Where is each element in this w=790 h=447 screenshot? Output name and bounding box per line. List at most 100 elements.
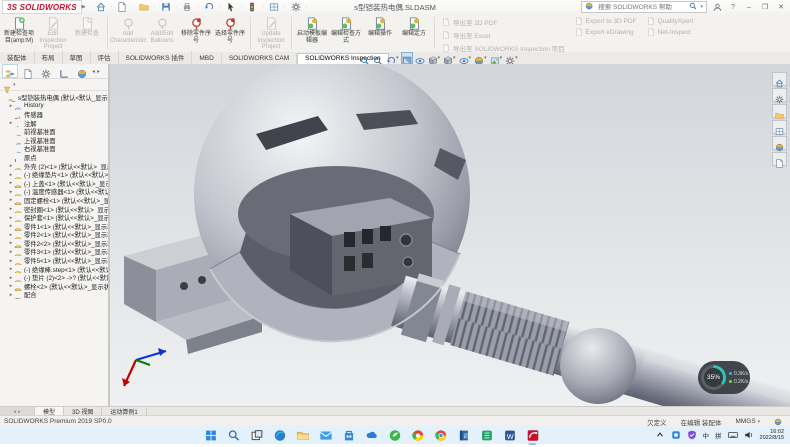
tray-chevron-icon[interactable] [655,430,665,440]
edit-appearance-button[interactable]: ▾ [474,53,487,63]
launch-template-editor-button[interactable]: 启动模板编辑器 [295,15,329,51]
annotations-folder[interactable]: ▸A注解 [2,119,108,128]
taskbar-onedrive-icon[interactable] [364,428,378,442]
component[interactable]: ▸零件3<1> (默认<<默认>_显示状态 [2,248,108,257]
front-plane[interactable]: 前视基准面 [2,127,108,136]
dropdown-caret[interactable]: ▾ [453,55,456,61]
select-balloons-button[interactable]: 选择零件序号 [213,15,247,51]
component[interactable]: ▸(-) 垫片 (2)<2> ->? (默认<<默认 [2,273,108,282]
units-selector[interactable]: MMGS ▾ [735,418,760,425]
tab-mbd[interactable]: MBD [192,54,221,64]
speaker-icon[interactable] [744,430,754,440]
logo-expand-arrow[interactable]: ▶ [82,4,86,10]
taskbar-start-icon[interactable] [203,428,217,442]
taskpane-tab-view-palette[interactable] [772,120,787,134]
help-search-box[interactable]: ▾ [581,1,707,13]
taskbar-solidworks-icon[interactable] [525,428,539,442]
tray-shield-icon[interactable] [687,430,697,440]
undo-icon[interactable] [204,2,214,12]
tab-装配体[interactable]: 装配体 [0,51,35,64]
dropdown-caret[interactable]: ▾ [469,55,472,61]
hide-show-items-button[interactable]: ▾ [459,53,472,63]
taskbar-task-view-icon[interactable] [249,428,263,442]
taskbar-doc-app-icon[interactable]: W [502,428,516,442]
dropdown-caret[interactable]: ▾ [515,55,518,61]
previous-view-button[interactable]: ▾ [386,53,399,63]
view-orientation-button[interactable]: ▾ [428,53,441,63]
model-3d[interactable] [110,64,790,406]
taskbar-color-wheel-app-icon[interactable] [410,428,424,442]
remove-balloons-button[interactable]: 移除零件序号 [179,15,213,51]
tab-草图[interactable]: 草图 [63,51,91,64]
zoom-area-button[interactable] [373,53,383,63]
sensors-folder[interactable]: 传感器 [2,110,108,119]
panel-tab-property-manager[interactable] [20,64,36,78]
tree-filter-row[interactable]: ▾ [0,79,108,91]
touch-keyboard-icon[interactable] [728,430,738,440]
net-speed-widget[interactable]: 35% 0.3K/s 0.2K/s [698,361,750,394]
graphics-viewport[interactable]: 35% 0.3K/s 0.2K/s [110,64,790,406]
minimize-button[interactable]: – [744,4,754,11]
restore-button[interactable]: ❐ [760,3,770,11]
tab-评估[interactable]: 评估 [91,51,119,64]
search-input[interactable] [596,3,686,12]
home-icon[interactable] [96,2,106,12]
panel-tab-scroll-arrow[interactable]: ◂ [92,68,95,75]
component[interactable]: ▸零件2<2> (默认<<默认>_显示状态 [2,239,108,248]
taskbar-mail-icon[interactable] [318,428,332,442]
component[interactable]: ▸螺栓<2> (默认<<默认>_显示状态 [2,282,108,291]
taskbar-chrome-icon[interactable] [433,428,447,442]
edit-inspection-methods-button[interactable]: 编辑检查方式 [329,15,363,51]
dropdown-caret[interactable]: ▾ [438,55,441,61]
component[interactable]: ▸固定螺栓<1> (默认<<默认>_显示 [2,196,108,205]
search-icon[interactable] [689,2,697,12]
options-gear-icon[interactable] [291,2,301,12]
taskbar-file-explorer-icon[interactable] [295,428,309,442]
component[interactable]: ▸(-) 绝缘棒.step<1> (默认<<默认> [2,265,108,274]
view-settings-button[interactable]: ▾ [505,53,518,63]
component[interactable]: ▸零件1<1> (默认<<默认>_显示状态 [2,222,108,231]
taskpane-tab-file-explorer[interactable] [772,104,787,118]
open-file-icon[interactable] [139,2,149,12]
dynamic-annotation-button[interactable] [415,53,425,63]
close-button[interactable]: ✕ [776,3,786,11]
panel-tab-display-manager[interactable] [74,64,90,78]
select-cursor-icon[interactable] [226,2,236,12]
taskbar-table-app-icon[interactable] [479,428,493,442]
taskbar-green-app-icon[interactable] [387,428,401,442]
tab-布局[interactable]: 布局 [35,51,63,64]
print-icon[interactable] [182,2,192,12]
component[interactable]: ▸零件5<1> (默认<<默认>_显示状态 [2,256,108,265]
ime-language[interactable]: 中 [703,430,710,440]
new-file-icon[interactable] [117,2,127,12]
login-icon[interactable] [713,3,722,12]
search-dropdown-caret[interactable]: ▾ [700,4,703,10]
taskpane-tab-custom-properties[interactable] [772,152,787,166]
component[interactable]: ▸(-) 绝缘垫片<1> (默认<<默认>_显 [2,170,108,179]
mates-folder[interactable]: ▸配合 [2,291,108,300]
component[interactable]: ▸(-) 上盖<1> (默认<<默认>_显示状 [2,179,108,188]
origin[interactable]: 原点 [2,153,108,162]
save-icon[interactable] [161,2,171,12]
tab-solidworks-cam[interactable]: SOLIDWORKS CAM [222,54,297,64]
display-settings-icon[interactable] [269,2,279,12]
panel-tab-scroll-arrow[interactable]: ▸ [97,68,100,75]
top-plane[interactable]: 上视基准面 [2,136,108,145]
new-inspection-project-button[interactable]: 新建检查项目(amp:M) [2,15,36,51]
component[interactable]: ▸(-) 温度传感器<1> (默认<<默认>_ [2,188,108,197]
panel-tab-feature-manager[interactable] [2,64,18,78]
right-plane[interactable]: 右视基准面 [2,145,108,154]
component[interactable]: ▸保护套<1> (默认<<默认>_显示状 [2,213,108,222]
taskpane-tab-solidworks-resources[interactable] [772,72,787,86]
tray-chat-icon[interactable] [671,430,681,440]
taskpane-tab-design-library[interactable] [772,88,787,102]
globe-icon[interactable] [774,418,782,426]
edit-operations-button[interactable]: 编辑操作 [363,15,397,51]
taskbar-dictionary-app-icon[interactable]: 词 [456,428,470,442]
component[interactable]: ▸外壳 (2)<1> (默认<<默认>_显示状 [2,162,108,171]
zoom-fit-button[interactable] [360,53,370,63]
filter-caret[interactable]: ▾ [13,82,16,88]
section-view-button[interactable] [402,53,412,63]
filter-funnel-icon[interactable] [3,81,11,89]
ime-mode[interactable]: 拼 [715,430,722,440]
